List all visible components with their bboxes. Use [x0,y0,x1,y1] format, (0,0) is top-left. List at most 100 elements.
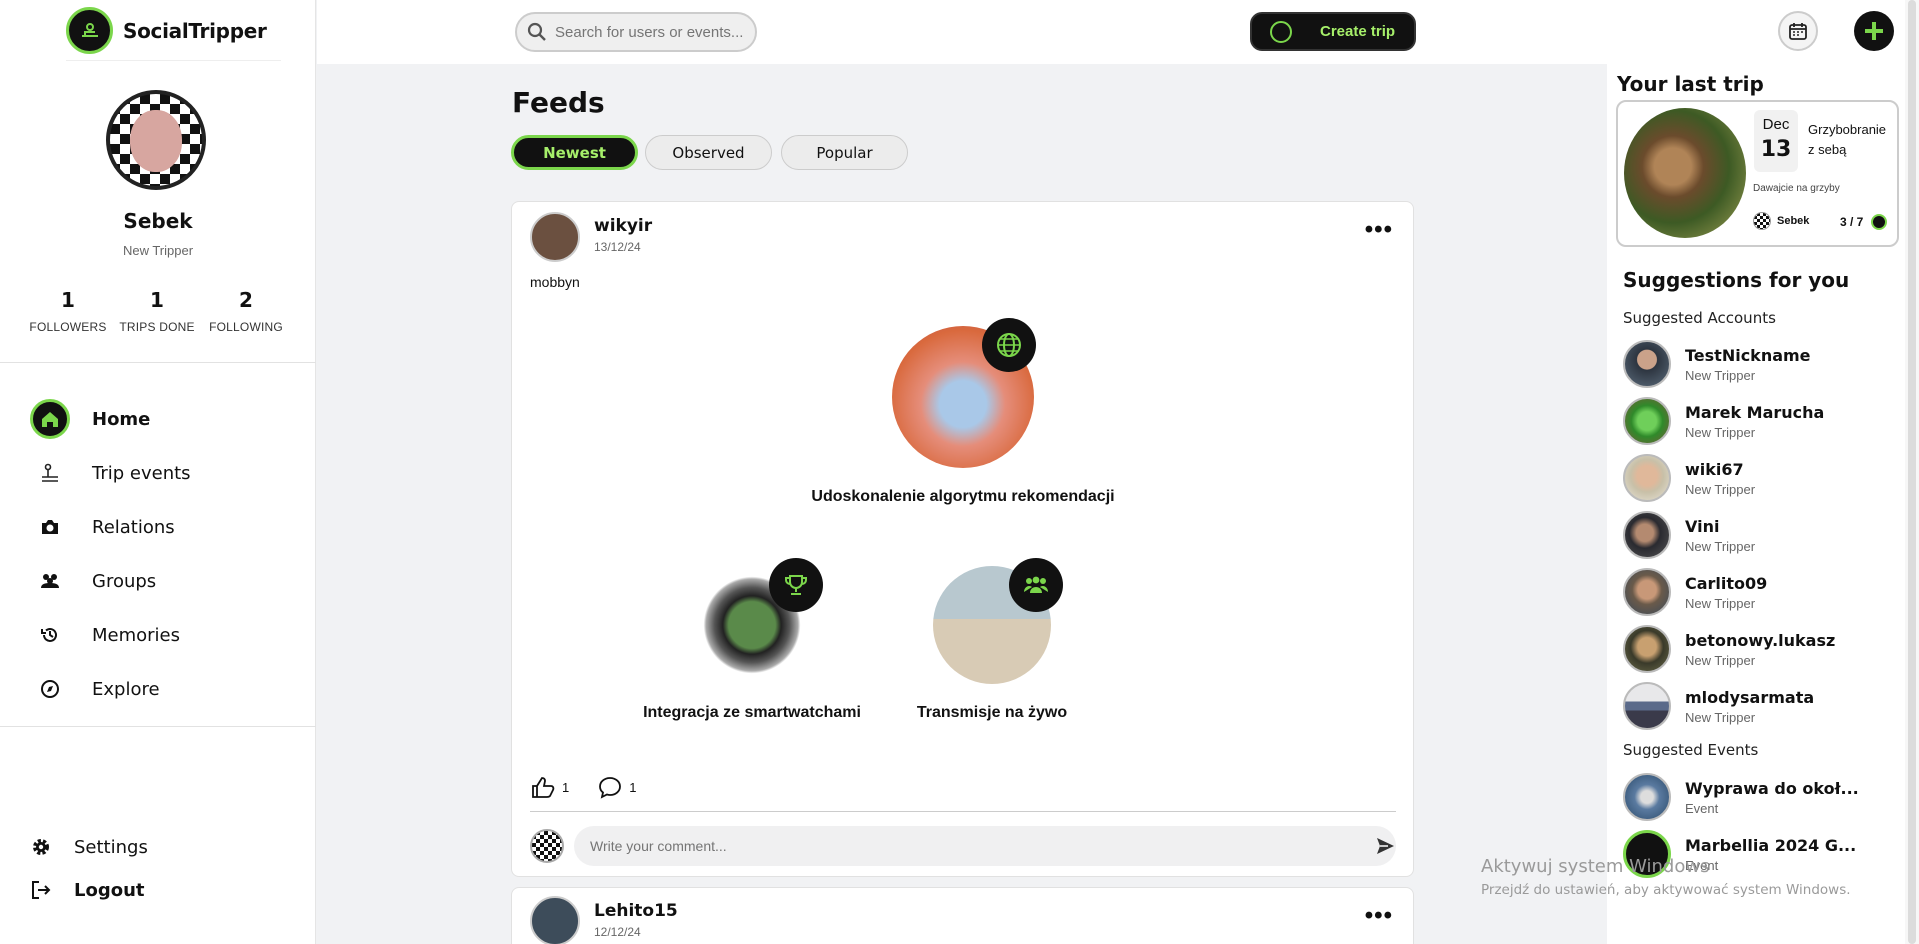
account-name: betonowy.lukasz [1685,630,1836,650]
comment-user-avatar [530,829,564,863]
avatar [1623,682,1671,730]
add-button[interactable] [1854,11,1894,51]
last-trip-title: Your last trip [1617,72,1764,96]
feature-item[interactable]: Transmisje na żywo [872,558,1112,722]
more-options-icon[interactable]: ••• [1365,904,1393,928]
right-panel: Your last trip Dec 13 Grzybobranie z seb… [1607,64,1905,944]
brand[interactable]: SocialTripper [66,7,267,54]
post-divider [530,811,1396,812]
trip-icon [1270,20,1292,43]
stat-trips-done[interactable]: 1 TRIPS DONE [107,288,207,334]
scrollbar-thumb[interactable] [1908,0,1916,944]
account-name: TestNickname [1685,345,1811,365]
stat-following[interactable]: 2 FOLLOWING [196,288,296,334]
camera-icon [30,507,70,547]
compass-icon [30,669,70,709]
last-trip-card[interactable]: Dec 13 Grzybobranie z sebą Dawajcie na g… [1616,100,1899,247]
avatar [1623,340,1671,388]
suggested-account[interactable]: Vini New Tripper [1623,511,1755,559]
users-icon [30,561,70,601]
avatar [1623,511,1671,559]
comment-row [530,826,1396,866]
feature-image [693,558,823,684]
suggested-event[interactable]: Wyprawa do okoł... Event [1623,773,1859,821]
tab-popular[interactable]: Popular [781,135,908,170]
nav-item-explore[interactable]: Explore [30,667,160,711]
post-author[interactable]: wikyir [594,216,652,236]
comments-count: 1 [629,779,637,795]
owner-avatar [1753,212,1771,230]
suggestions-title: Suggestions for you [1623,268,1850,292]
search-input[interactable] [555,23,745,41]
create-trip-button[interactable]: Create trip [1250,12,1416,51]
stat-followers[interactable]: 1 FOLLOWERS [18,288,118,334]
nav-label: Relations [92,516,175,538]
comment-icon[interactable] [597,775,623,799]
plus-icon [1865,22,1883,40]
suggested-account[interactable]: betonowy.lukasz New Tripper [1623,625,1835,673]
trip-date: Dec 13 [1754,110,1798,172]
owner-name: Sebek [1777,215,1810,227]
post-author-avatar[interactable] [530,212,580,262]
stat-value: 1 [61,288,75,312]
event-name: Wyprawa do okoł... [1685,778,1859,798]
avatar [1623,397,1671,445]
brand-name: SocialTripper [123,18,267,43]
nav-item-memories[interactable]: Memories [30,613,180,657]
participants-count: 3 / 7 [1840,215,1864,229]
send-icon[interactable] [1375,836,1395,856]
trip-month: Dec [1762,116,1790,133]
account-role: New Tripper [1685,424,1756,440]
more-options-icon[interactable]: ••• [1365,218,1393,242]
stat-label: FOLLOWING [209,320,283,334]
feature-image [933,558,1063,684]
nav-label: Trip events [92,462,191,484]
stat-value: 1 [150,288,164,312]
watermark-line-1: Aktywuj system Windows [1481,856,1710,877]
trophy-icon [769,558,823,612]
account-role: New Tripper [1685,367,1756,383]
search-box[interactable] [515,12,757,52]
event-type: Event [1685,800,1719,816]
suggested-account[interactable]: mlodysarmata New Tripper [1623,682,1814,730]
suggested-account[interactable]: TestNickname New Tripper [1623,340,1811,388]
account-name: Vini [1685,516,1720,536]
profile-avatar[interactable] [106,90,206,190]
post-author-avatar[interactable] [530,896,580,944]
account-role: New Tripper [1685,481,1756,497]
logout-link[interactable]: Logout [30,879,145,901]
nav-item-home[interactable]: Home [30,397,150,441]
settings-link[interactable]: Settings [30,836,148,858]
account-name: wiki67 [1685,459,1744,479]
feeds-title: Feeds [512,86,605,119]
windows-activation-watermark: Aktywuj system Windows Przejdź do ustawi… [1481,856,1851,898]
avatar [1623,454,1671,502]
watermark-line-2: Przejdź do ustawień, aby aktywować syste… [1481,882,1851,898]
account-role: New Tripper [1685,709,1756,725]
suggested-account[interactable]: Carlito09 New Tripper [1623,568,1767,616]
gear-icon [33,839,49,855]
comment-input[interactable] [574,826,1396,866]
profile-name: Sebek [123,209,193,233]
suggested-account[interactable]: Marek Marucha New Tripper [1623,397,1824,445]
tab-observed[interactable]: Observed [645,135,772,170]
suggested-account[interactable]: wiki67 New Tripper [1623,454,1755,502]
feature-item[interactable]: Integracja ze smartwatchami [632,558,872,722]
trip-participants: 3 / 7 [1840,214,1888,230]
account-role: New Tripper [1685,538,1756,554]
nav-item-relations[interactable]: Relations [30,505,175,549]
tab-newest[interactable]: Newest [511,135,638,170]
account-name: Carlito09 [1685,573,1768,593]
trip-name: Grzybobranie z sebą [1808,122,1887,157]
stat-label: TRIPS DONE [119,320,195,334]
suggested-events-title: Suggested Events [1623,741,1759,759]
post-author[interactable]: Lehito15 [594,901,678,921]
feature-item[interactable]: Udoskonalenie algorytmu rekomendacji [732,318,1194,506]
feature-title: Udoskonalenie algorytmu rekomendacji [811,488,1115,505]
nav-item-trip-events[interactable]: Trip events [30,451,191,495]
globe-icon [982,318,1036,372]
nav-item-groups[interactable]: Groups [30,559,156,603]
calendar-button[interactable] [1778,11,1818,51]
like-icon[interactable] [530,775,556,799]
nav-label: Groups [92,570,157,592]
